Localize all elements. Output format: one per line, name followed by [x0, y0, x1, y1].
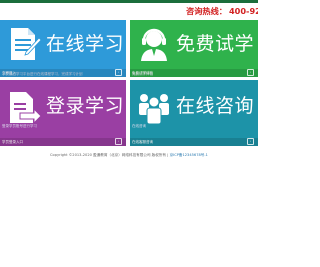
- tile-bar-label: 学员登录入口: [2, 140, 23, 144]
- tile-bar[interactable]: 学员登录入口 ›: [0, 138, 126, 146]
- tile-description: 登录学员账号进行学习: [2, 124, 37, 128]
- document-icon: [6, 26, 42, 62]
- login-document-icon: [6, 89, 42, 125]
- tile-bar-label: 在线客服咨询: [132, 140, 153, 144]
- hotline-number: 400-920-108: [228, 6, 258, 16]
- arrow-right-icon: ›: [247, 69, 254, 76]
- tile-title: 在线学习: [46, 33, 125, 55]
- footer-icp-link[interactable]: 京ICP备12345678号-1: [170, 153, 208, 157]
- tile-bar-label: 免费试学体验: [132, 71, 153, 75]
- people-group-icon: [136, 89, 172, 125]
- footer: Copyright ©2013-2020 盈通教育（北京）网络科技有限公司 版权…: [0, 153, 258, 158]
- headset-user-icon: [136, 26, 172, 62]
- tile-online-consult[interactable]: 在线咨询 在线咨询 在线客服咨询 ›: [130, 80, 258, 146]
- tile-bar[interactable]: 立即进入 ›: [0, 69, 126, 77]
- tile-description: 在线咨询: [132, 124, 146, 128]
- tile-free-trial[interactable]: 免费试学 免费试学体验 免费试学体验 ›: [130, 20, 258, 77]
- tile-bar[interactable]: 免费试学体验 ›: [130, 69, 258, 77]
- arrow-right-icon: ›: [247, 138, 254, 145]
- arrow-right-icon: ›: [115, 69, 122, 76]
- tile-login-learning[interactable]: 登录学习 登录学员账号进行学习 学员登录入口 ›: [0, 80, 126, 146]
- arrow-right-icon: ›: [115, 138, 122, 145]
- tile-online-learning[interactable]: 在线学习 学员通过学习平台进行在线课程学习，完成学习计划 立即进入 ›: [0, 20, 126, 77]
- top-border: [0, 0, 258, 3]
- hotline: 咨询热线：400-920-108: [186, 5, 258, 17]
- tile-title: 免费试学: [176, 33, 255, 55]
- tile-bar-label: 立即进入: [2, 71, 16, 75]
- tile-title: 登录学习: [46, 95, 125, 117]
- tile-bar[interactable]: 在线客服咨询 ›: [130, 138, 258, 146]
- footer-copyright: Copyright ©2013-2020 盈通教育（北京）网络科技有限公司 版权…: [50, 153, 170, 157]
- tile-title: 在线咨询: [176, 95, 255, 117]
- hotline-label: 咨询热线：: [186, 6, 227, 16]
